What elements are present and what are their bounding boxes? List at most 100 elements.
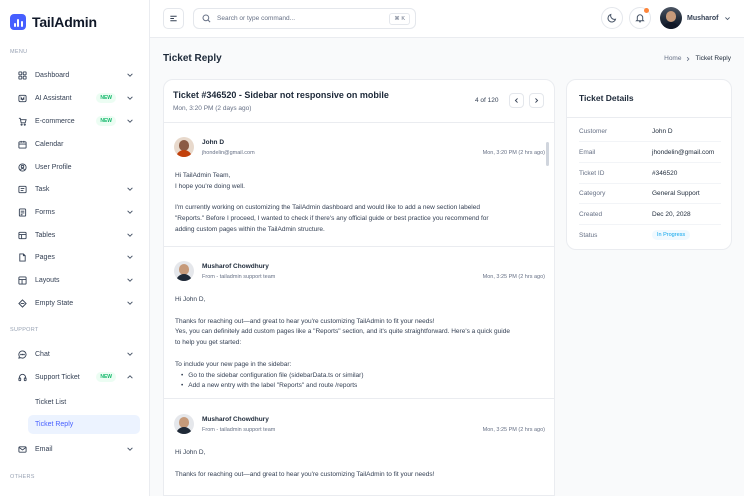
thread-scrollbar[interactable] xyxy=(546,142,549,166)
notifications-button[interactable] xyxy=(629,7,651,29)
detail-key: Status xyxy=(579,231,598,239)
sidebar-item-label: Empty State xyxy=(35,299,74,307)
sidebar-item-user-profile[interactable]: User Profile xyxy=(10,158,140,176)
user-menu[interactable]: Musharof xyxy=(660,7,731,29)
others-section-label: OTHERS xyxy=(10,474,35,480)
detail-value: Dec 20, 2028 xyxy=(652,210,691,218)
sidebar-item-support-ticket[interactable]: Support Ticket NEW xyxy=(10,368,140,386)
table-icon xyxy=(18,231,27,240)
message-body: Hi John D, Thanks for reaching out—and g… xyxy=(175,448,540,480)
logo-text: TailAdmin xyxy=(32,14,97,30)
chevron-down-icon xyxy=(127,96,133,100)
menu-section-label: MENU xyxy=(10,49,28,55)
new-badge: NEW xyxy=(96,372,116,382)
search-icon xyxy=(202,14,211,23)
sidebar-item-label: Email xyxy=(35,445,53,453)
message-line: to help you get started: xyxy=(175,339,242,347)
mail-icon xyxy=(18,445,27,454)
chevron-down-icon xyxy=(127,255,133,259)
detail-row-ticket-id: Ticket ID #346520 xyxy=(579,166,721,180)
message-body: Hi TailAdmin Team, I hope you're doing w… xyxy=(175,171,540,236)
next-ticket-button[interactable] xyxy=(529,93,544,108)
detail-row-created: Created Dec 20, 2028 xyxy=(579,207,721,221)
message-list: Go to the sidebar configuration file (si… xyxy=(175,371,540,393)
chat-icon xyxy=(18,349,27,359)
detail-value: General Support xyxy=(652,189,700,197)
chevron-down-icon xyxy=(724,16,730,20)
avatar xyxy=(174,261,194,281)
support-section-label: SUPPORT xyxy=(10,327,39,333)
logo[interactable]: TailAdmin xyxy=(10,14,97,30)
chevron-down-icon xyxy=(127,73,133,77)
sidebar-item-calendar[interactable]: Calendar xyxy=(10,135,140,153)
sidebar-item-pages[interactable]: Pages xyxy=(10,248,140,266)
status-badge: In Progress xyxy=(652,230,691,240)
sidebar-item-ai-assistant[interactable]: AI Assistant NEW xyxy=(10,89,140,107)
sidebar-item-tables[interactable]: Tables xyxy=(10,226,140,244)
logo-icon xyxy=(10,14,26,30)
sidebar-item-ecommerce[interactable]: E-commerce NEW xyxy=(10,112,140,130)
chevron-right-icon xyxy=(687,56,690,61)
sidebar-subitem-ticket-reply[interactable]: Ticket Reply xyxy=(28,415,140,434)
message-line: Yes, you can definitely add custom pages… xyxy=(175,328,510,336)
message-line: Thanks for reaching out—and great to hea… xyxy=(175,470,435,478)
layout-icon xyxy=(18,275,27,285)
message-sender-email: jhondelin@gmail.com xyxy=(202,150,255,156)
search-bar[interactable]: ⌘ K xyxy=(193,8,416,29)
sparkle-icon xyxy=(18,94,27,103)
form-icon xyxy=(18,207,27,217)
top-header: ⌘ K Musharof xyxy=(150,0,744,38)
detail-key: Email xyxy=(579,148,596,156)
task-icon xyxy=(18,185,27,194)
headset-icon xyxy=(18,373,27,382)
message-time: Mon, 3:25 PM (2 hrs ago) xyxy=(482,427,545,433)
sidebar-item-label: E-commerce xyxy=(35,117,75,125)
chevron-up-icon xyxy=(127,375,133,379)
chevron-down-icon xyxy=(127,447,133,451)
message-line: To include your new page in the sidebar: xyxy=(175,360,292,368)
sidebar-item-chat[interactable]: Chat xyxy=(10,345,140,363)
sidebar-item-label: Dashboard xyxy=(35,71,70,79)
detail-row-customer: Customer John D xyxy=(579,124,721,138)
sidebar-item-forms[interactable]: Forms xyxy=(10,203,140,221)
detail-key: Ticket ID xyxy=(579,169,605,177)
chevron-left-icon xyxy=(514,98,518,103)
avatar xyxy=(660,7,682,29)
sidebar-item-label: AI Assistant xyxy=(35,94,72,102)
pages-icon xyxy=(18,252,27,262)
calendar-icon xyxy=(18,140,27,149)
chevron-down-icon xyxy=(127,301,133,305)
sidebar-item-task[interactable]: Task xyxy=(10,180,140,198)
moon-icon xyxy=(607,13,617,23)
sidebar-item-dashboard[interactable]: Dashboard xyxy=(10,66,140,84)
avatar xyxy=(174,414,194,434)
sidebar-item-email[interactable]: Email xyxy=(10,440,140,458)
chevron-right-icon xyxy=(535,98,539,103)
detail-row-category: Category General Support xyxy=(579,186,721,200)
sidebar-item-empty-state[interactable]: Empty State xyxy=(10,294,140,312)
breadcrumb-home-link[interactable]: Home xyxy=(664,55,681,62)
message-line: I hope you're doing well. xyxy=(175,182,245,190)
theme-toggle-button[interactable] xyxy=(601,7,623,29)
sidebar-item-layouts[interactable]: Layouts xyxy=(10,271,140,289)
previous-ticket-button[interactable] xyxy=(509,93,524,108)
divider xyxy=(567,117,731,118)
ticket-title: Ticket #346520 - Sidebar not responsive … xyxy=(173,90,389,100)
message-sender-team: From - tailadmin support team xyxy=(202,427,276,433)
bell-icon xyxy=(635,14,645,23)
breadcrumb: Home Ticket Reply xyxy=(664,55,731,62)
detail-value: jhondelin@gmail.com xyxy=(652,148,715,156)
message-line: "Reports." Before I proceed, I wanted to… xyxy=(175,215,489,223)
divider xyxy=(164,246,554,247)
sidebar: TailAdmin MENU Dashboard AI Assistant NE… xyxy=(0,0,150,496)
new-badge: NEW xyxy=(96,116,116,126)
ticket-pager-count: 4 of 120 xyxy=(475,97,499,104)
divider xyxy=(579,162,721,163)
breadcrumb-current: Ticket Reply xyxy=(695,55,731,62)
divider xyxy=(579,183,721,184)
sidebar-toggle-button[interactable] xyxy=(163,8,184,29)
sidebar-item-label: Layouts xyxy=(35,276,60,284)
detail-value: #346520 xyxy=(652,169,678,177)
search-input[interactable] xyxy=(217,15,377,22)
sidebar-subitem-ticket-list[interactable]: Ticket List xyxy=(28,393,140,412)
